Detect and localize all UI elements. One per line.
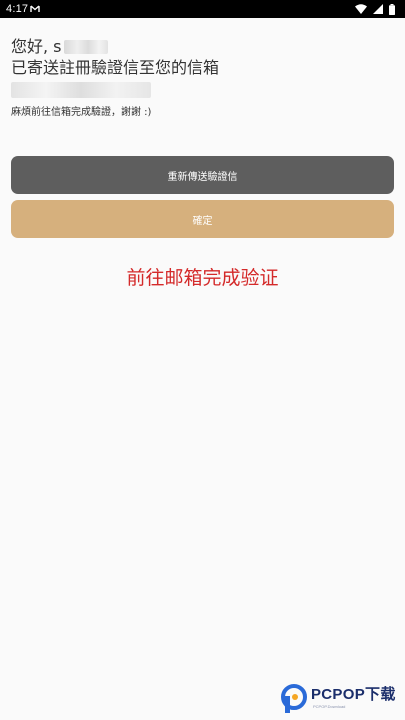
greeting: 您好, s [11,38,108,56]
battery-icon [389,3,395,15]
wifi-icon [355,4,367,14]
greeting-text: 您好, s [11,37,62,56]
signal-icon [373,4,383,14]
resend-button-label: 重新傳送驗證信 [167,171,238,183]
resend-verification-button[interactable]: 重新傳送驗證信 [11,156,394,194]
gmail-icon [30,4,40,14]
pcpop-logo-icon [280,684,308,714]
redacted-email [11,82,151,98]
watermark: PCPOP下载 PCPOP.Download [280,682,400,716]
sent-message: 已寄送註冊驗證信至您的信箱 [11,58,220,77]
watermark-sub: PCPOP.Download [313,704,346,709]
redacted-username [63,40,108,54]
status-time: 4:17 [6,3,29,15]
annotation-caption: 前往邮箱完成验证 [126,267,279,289]
watermark-brand: PCPOP下载 [311,686,396,703]
status-bar: 4:17 [0,0,405,18]
verify-hint: 麻煩前往信箱完成驗證，謝謝 :) [11,107,152,118]
confirm-button[interactable]: 確定 [11,200,394,238]
status-icons [355,3,395,15]
confirm-button-label: 確定 [192,215,213,227]
